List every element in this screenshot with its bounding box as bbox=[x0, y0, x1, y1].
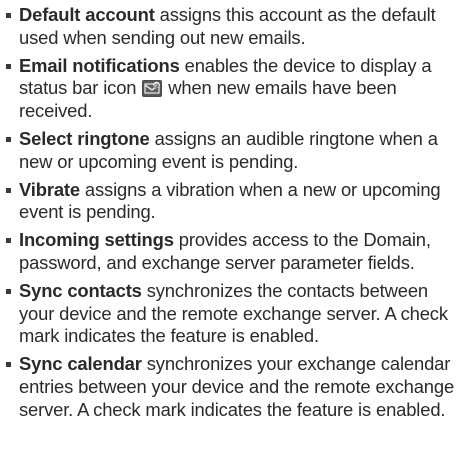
list-item-select-ringtone: Select ringtone assigns an audible ringt… bbox=[0, 128, 463, 174]
bullet-icon bbox=[6, 13, 11, 18]
term-sync-contacts: Sync contacts bbox=[19, 279, 142, 301]
bullet-icon bbox=[6, 187, 11, 193]
bullet-icon bbox=[6, 288, 11, 294]
list-item-default-account: Default account assigns this account as … bbox=[0, 4, 463, 50]
bullet-icon bbox=[6, 63, 11, 69]
term-sync-calendar: Sync calendar bbox=[19, 353, 142, 375]
list-item-email-notifications: Email notifications enables the device t… bbox=[0, 55, 463, 123]
settings-description-list: Default account assigns this account as … bbox=[0, 0, 463, 461]
list-item-sync-calendar: Sync calendar synchronizes your exchange… bbox=[0, 353, 463, 421]
svg-text:@: @ bbox=[154, 83, 160, 89]
list-item-vibrate: Vibrate assigns a vibration when a new o… bbox=[0, 179, 463, 225]
term-incoming-settings: Incoming settings bbox=[19, 229, 174, 251]
bullet-icon bbox=[6, 238, 11, 244]
term-email-notifications: Email notifications bbox=[19, 54, 180, 76]
term-vibrate: Vibrate bbox=[19, 178, 80, 200]
list-item-sync-contacts: Sync contacts synchronizes the contacts … bbox=[0, 280, 463, 348]
bullet-icon bbox=[6, 136, 11, 142]
term-select-ringtone: Select ringtone bbox=[19, 127, 150, 149]
term-default-account: Default account bbox=[19, 4, 155, 25]
description-vibrate: assigns a vibration when a new or upcomi… bbox=[19, 178, 441, 223]
list-item-incoming-settings: Incoming settings provides access to the… bbox=[0, 229, 463, 275]
new-email-notification-icon: @ bbox=[142, 80, 163, 98]
bullet-icon bbox=[6, 362, 11, 368]
